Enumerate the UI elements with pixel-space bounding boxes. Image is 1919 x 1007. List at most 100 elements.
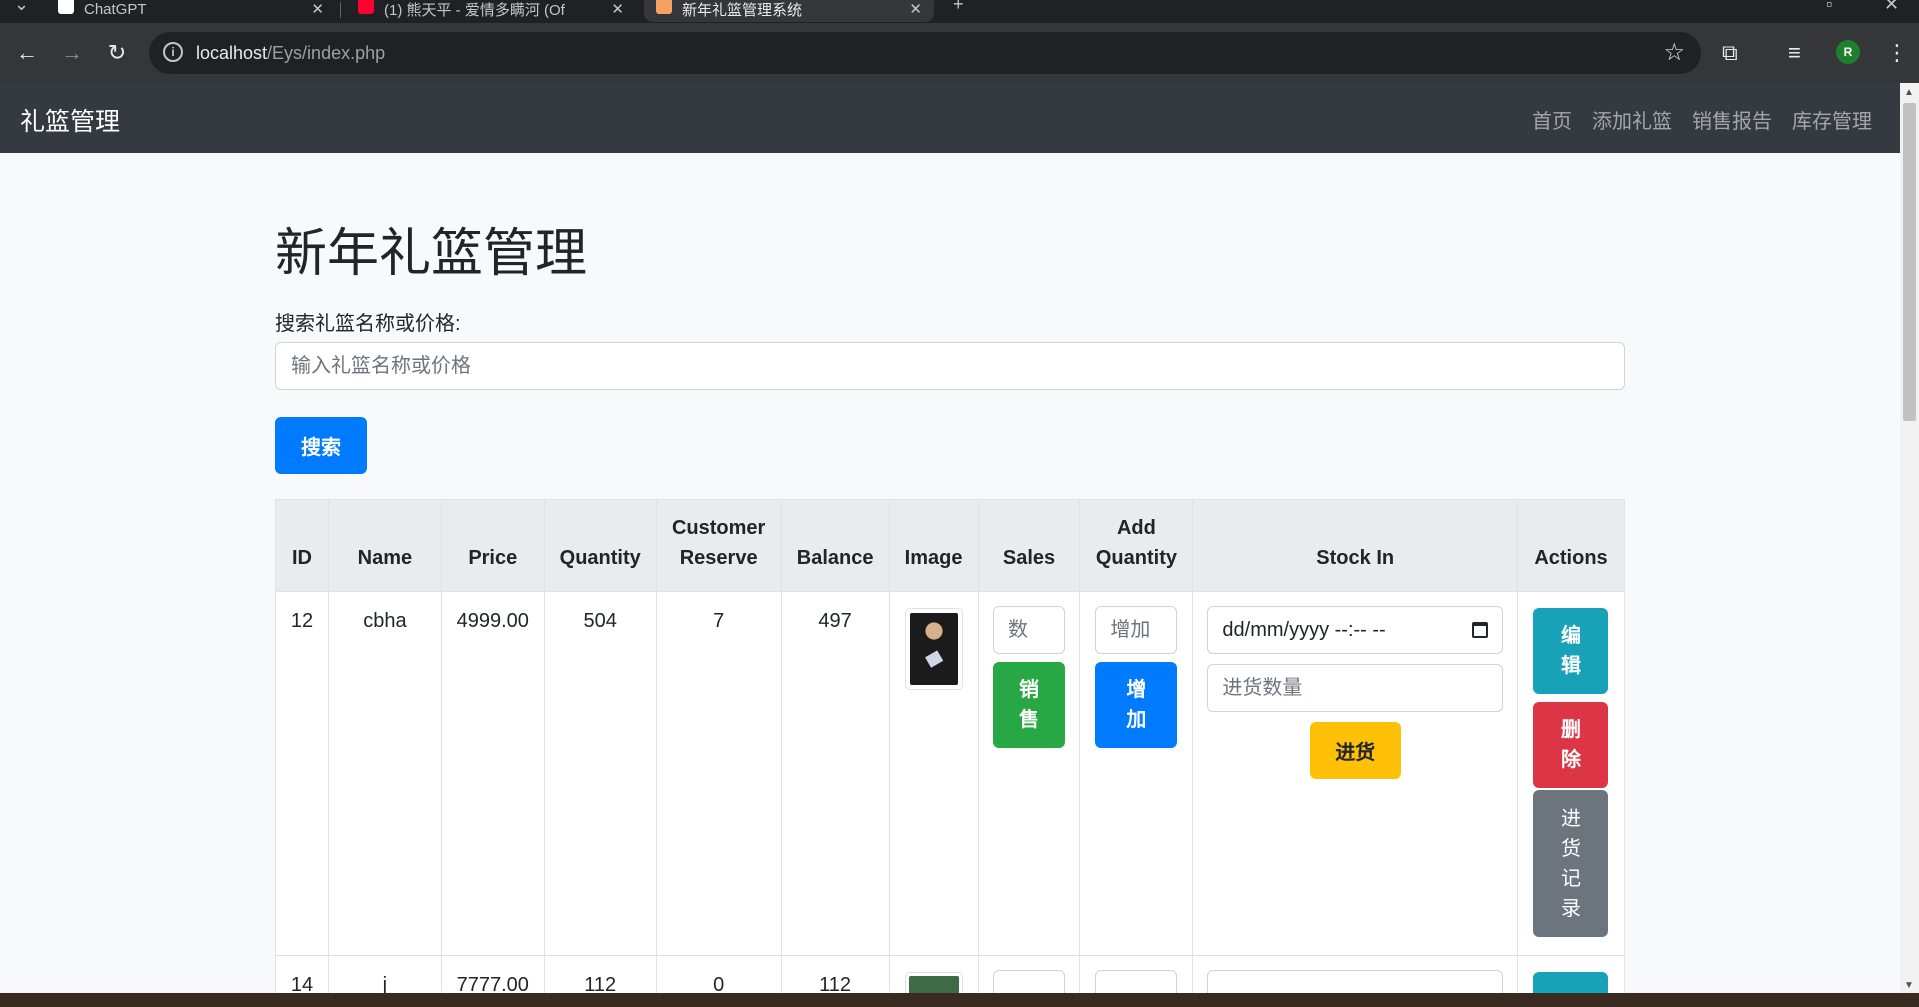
media-controls-icon[interactable]: ≡ <box>1788 38 1801 68</box>
button-text: 进 <box>1560 807 1581 830</box>
scroll-down-arrow-icon[interactable]: ▼ <box>1904 980 1914 991</box>
cell-name: cbha <box>327 591 442 956</box>
page-scrollbar[interactable]: ▲ ▼ <box>1900 83 1919 993</box>
stock-in-button[interactable]: 进货 <box>1309 722 1401 779</box>
header-image: Image <box>888 499 979 592</box>
extensions-icon[interactable]: ⧉ <box>1722 38 1738 68</box>
header-price: Price <box>440 499 545 592</box>
tab-title: 新年礼篮管理系统 <box>682 1 803 19</box>
reload-icon[interactable]: ↻ <box>102 38 132 68</box>
sales-quantity-input[interactable] <box>993 970 1065 993</box>
header-add-quantity: Add Quantity <box>1079 499 1194 592</box>
stock-history-button[interactable]: 进货记录 <box>1533 790 1609 937</box>
table-header-row: ID Name Price Quantity Customer Reserve B… <box>275 499 1626 592</box>
nav-link-home[interactable]: 首页 <box>1532 105 1572 134</box>
header-sales: Sales <box>977 499 1081 592</box>
button-text: 录 <box>1560 897 1581 920</box>
cell-customer-reserve: 0 <box>655 955 782 993</box>
address-bar[interactable]: i localhost/Eys/index.php ☆ <box>149 32 1701 74</box>
cell-balance: 112 <box>780 955 890 993</box>
button-text: 辑 <box>1560 655 1581 677</box>
button-text: 销 <box>1019 679 1039 701</box>
table-row: 14 j 7777.00 112 0 112 <box>275 955 1626 993</box>
scroll-up-arrow-icon[interactable]: ▲ <box>1904 87 1914 98</box>
add-quantity-input[interactable]: 增加 <box>1095 606 1178 654</box>
tab-title: (1) 熊天平 - 爱情多瞒河 (Of <box>384 1 565 19</box>
sell-button[interactable]: 销售 <box>993 662 1065 748</box>
edit-button[interactable]: 编辑 <box>1533 608 1609 694</box>
cell-stock-in <box>1192 955 1518 993</box>
product-thumbnail[interactable] <box>904 972 963 993</box>
page-title: 新年礼篮管理 <box>275 225 588 283</box>
bookmark-star-icon[interactable]: ☆ <box>1663 38 1685 67</box>
scroll-thumb[interactable] <box>1903 103 1916 421</box>
new-tab-button[interactable]: + <box>953 0 964 15</box>
header-text: Add <box>1116 517 1156 539</box>
tab-search-icon[interactable]: ⌄ <box>14 0 29 15</box>
url-path: /Eys/index.php <box>267 43 386 63</box>
add-quantity-button[interactable]: 增加 <box>1095 662 1178 748</box>
browser-tab-youtube[interactable]: (1) 熊天平 - 爱情多瞒河 (Of ✕ <box>346 0 636 22</box>
header-actions: Actions <box>1516 499 1626 592</box>
add-quantity-input[interactable] <box>1095 970 1178 993</box>
browser-tab-chatgpt[interactable]: ChatGPT ✕ <box>46 0 336 22</box>
nav-link-sales-report[interactable]: 销售报告 <box>1692 105 1772 134</box>
page-viewport: 礼篮管理 首页 添加礼篮 销售报告 库存管理 新年礼篮管理 搜索礼篮名称或价格:… <box>0 83 1900 993</box>
navbar-brand[interactable]: 礼篮管理 <box>20 102 120 138</box>
stock-date-input[interactable]: dd/mm/yyyy --:-- -- <box>1207 606 1503 654</box>
product-thumbnail[interactable] <box>904 608 963 690</box>
nav-link-add-basket[interactable]: 添加礼篮 <box>1592 105 1672 134</box>
cell-price: 4999.00 <box>440 591 545 956</box>
sales-quantity-input[interactable]: 数 <box>993 606 1065 654</box>
stock-date-input[interactable] <box>1207 970 1503 993</box>
window-close-icon[interactable]: ✕ <box>1884 0 1899 15</box>
cell-stock-in: dd/mm/yyyy --:-- -- 进货数量 进货 <box>1192 591 1518 956</box>
product-photo <box>909 613 958 685</box>
app-favicon-icon <box>656 0 672 14</box>
cell-id: 12 <box>275 591 329 956</box>
youtube-favicon-icon <box>358 0 374 14</box>
tab-title: ChatGPT <box>84 0 147 18</box>
search-label: 搜索礼篮名称或价格: <box>275 313 461 335</box>
cell-id: 14 <box>275 955 329 993</box>
profile-avatar[interactable]: R <box>1836 40 1860 64</box>
nav-link-inventory[interactable]: 库存管理 <box>1792 105 1872 134</box>
gift-basket-table: ID Name Price Quantity Customer Reserve B… <box>275 499 1626 993</box>
url-text[interactable]: localhost/Eys/index.php <box>196 43 385 64</box>
search-button[interactable]: 搜索 <box>275 417 367 474</box>
cell-customer-reserve: 7 <box>655 591 782 956</box>
tab-separator <box>340 2 341 18</box>
cell-actions: 编辑 删除 进货记录 <box>1516 591 1626 956</box>
header-balance: Balance <box>780 499 890 592</box>
cell-quantity: 112 <box>543 955 657 993</box>
chatgpt-favicon-icon <box>58 0 74 14</box>
edit-button[interactable] <box>1533 972 1609 993</box>
header-id: ID <box>275 499 329 592</box>
cell-sales <box>977 955 1081 993</box>
close-tab-icon[interactable]: ✕ <box>909 0 922 18</box>
delete-button[interactable]: 删除 <box>1533 702 1609 788</box>
close-tab-icon[interactable]: ✕ <box>611 0 624 18</box>
cell-name: j <box>327 955 442 993</box>
header-text: Quantity <box>1095 547 1177 569</box>
os-taskbar <box>0 993 1919 1007</box>
browser-tab-active[interactable]: 新年礼篮管理系统 ✕ <box>644 0 934 22</box>
stock-quantity-input[interactable]: 进货数量 <box>1207 664 1503 712</box>
minimize-icon[interactable]: ▫ <box>1826 0 1832 15</box>
browser-tab-strip: ⌄ ChatGPT ✕ (1) 熊天平 - 爱情多瞒河 (Of ✕ 新年礼篮管理… <box>0 0 1919 23</box>
search-input[interactable] <box>275 342 1625 390</box>
calendar-icon[interactable] <box>1471 622 1488 638</box>
cell-add-quantity: 增加 增加 <box>1079 591 1194 956</box>
forward-icon[interactable]: → <box>57 38 87 68</box>
product-photo <box>908 976 959 993</box>
site-info-icon[interactable]: i <box>163 42 183 62</box>
url-host: localhost <box>196 43 268 63</box>
button-text: 售 <box>1019 709 1039 731</box>
cell-image <box>888 591 979 956</box>
cell-sales: 数 销售 <box>977 591 1081 956</box>
close-tab-icon[interactable]: ✕ <box>311 0 324 18</box>
more-menu-icon[interactable]: ⋮ <box>1886 38 1908 68</box>
button-text: 增 <box>1126 679 1147 701</box>
header-name: Name <box>327 499 442 592</box>
back-icon[interactable]: ← <box>12 38 42 68</box>
